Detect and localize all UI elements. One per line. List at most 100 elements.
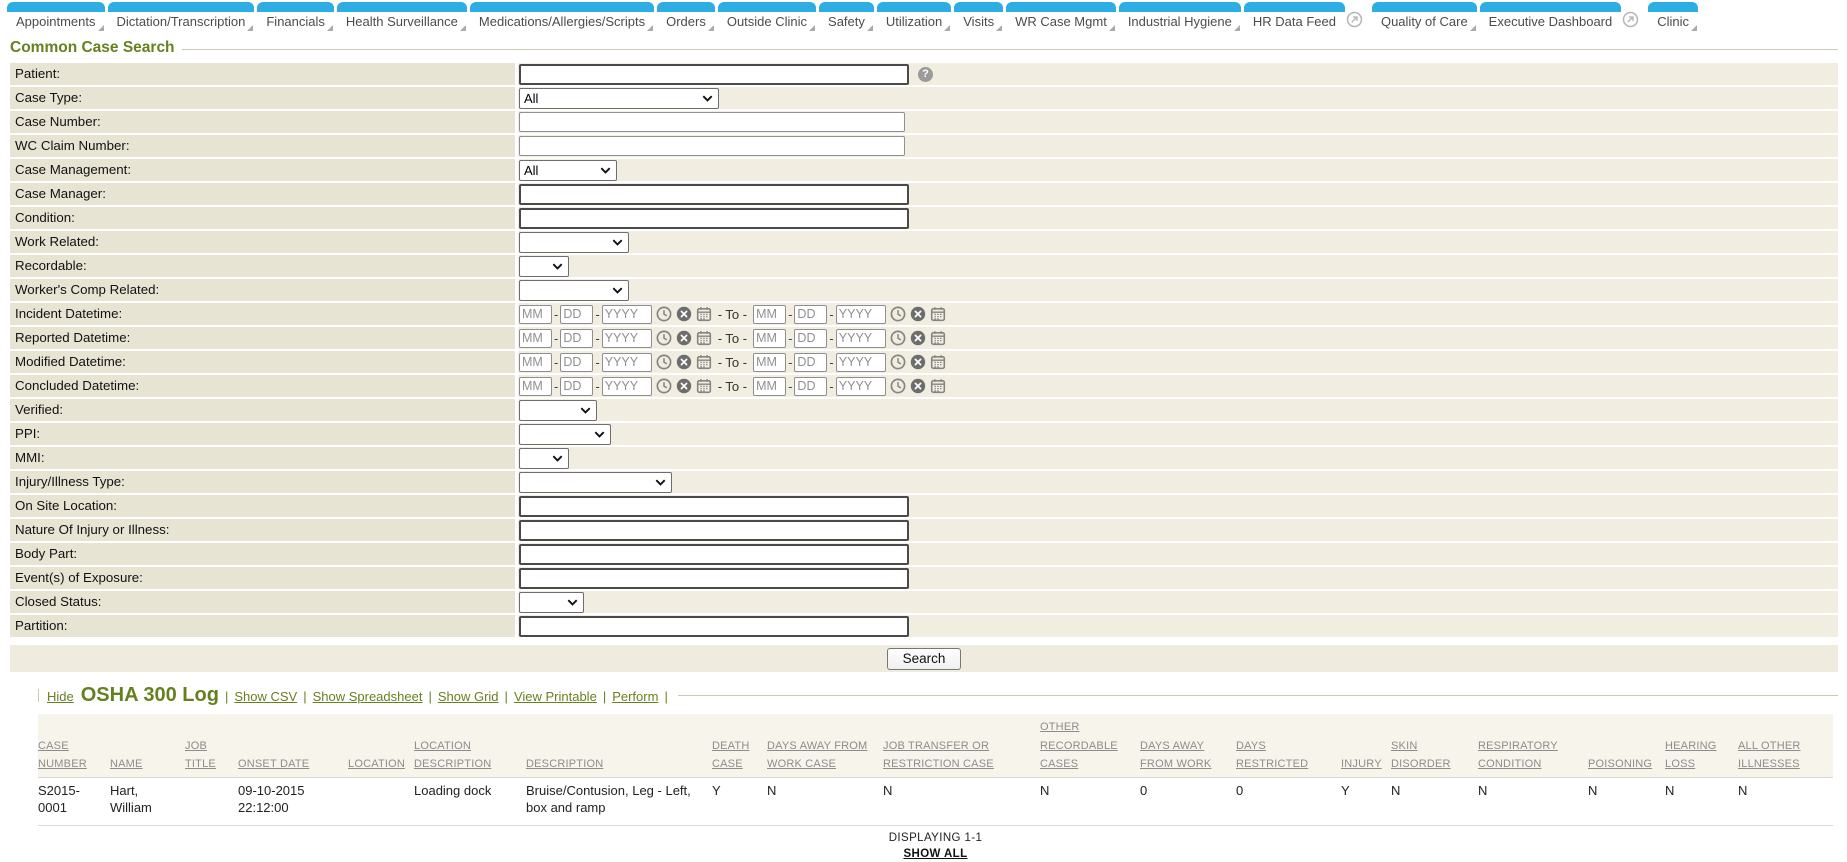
time-picker-icon[interactable] bbox=[656, 354, 672, 370]
modified-datetime-to-year-input[interactable] bbox=[836, 353, 886, 372]
tab-appointments[interactable]: Appointments bbox=[7, 2, 105, 32]
case-type-select[interactable]: All bbox=[519, 88, 719, 109]
concluded-datetime-to-year-input[interactable] bbox=[836, 377, 886, 396]
wc-claim-number-input[interactable] bbox=[519, 136, 905, 156]
show-all-link[interactable]: SHOW ALL bbox=[903, 848, 967, 860]
calendar-icon[interactable] bbox=[696, 330, 712, 346]
time-picker-icon[interactable] bbox=[890, 354, 906, 370]
incident-datetime-to-day-input[interactable] bbox=[794, 305, 827, 324]
table-row[interactable]: S2015-0001Hart, William09-10-2015 22:12:… bbox=[38, 777, 1833, 825]
modified-datetime-to-day-input[interactable] bbox=[794, 353, 827, 372]
incident-datetime-from-month-input[interactable] bbox=[519, 305, 552, 324]
ppi-select[interactable] bbox=[519, 424, 611, 445]
case-management-select[interactable]: All bbox=[519, 160, 617, 181]
sort-link-case-number[interactable]: CASE NUMBER bbox=[38, 740, 87, 771]
sort-link-injury[interactable]: INJURY bbox=[1341, 758, 1382, 770]
concluded-datetime-from-year-input[interactable] bbox=[602, 377, 652, 396]
reported-datetime-to-month-input[interactable] bbox=[753, 329, 786, 348]
calendar-icon[interactable] bbox=[930, 354, 946, 370]
incident-datetime-to-year-input[interactable] bbox=[836, 305, 886, 324]
tab-safety[interactable]: Safety bbox=[819, 2, 874, 32]
time-picker-icon[interactable] bbox=[890, 306, 906, 322]
calendar-icon[interactable] bbox=[696, 306, 712, 322]
time-picker-icon[interactable] bbox=[656, 378, 672, 394]
perform-link[interactable]: Perform bbox=[612, 689, 658, 704]
concluded-datetime-from-month-input[interactable] bbox=[519, 377, 552, 396]
sort-link-other-recordable-cases[interactable]: OTHER RECORDABLE CASES bbox=[1040, 721, 1118, 770]
tab-hr-data-feed[interactable]: HR Data Feed bbox=[1244, 2, 1369, 32]
body-part-input[interactable] bbox=[519, 544, 909, 565]
nature-of-injury-or-illness-input[interactable] bbox=[519, 520, 909, 541]
sort-link-onset-date[interactable]: ONSET DATE bbox=[238, 758, 309, 770]
reported-datetime-to-year-input[interactable] bbox=[836, 329, 886, 348]
patient-input[interactable] bbox=[519, 64, 909, 85]
clear-date-icon[interactable] bbox=[676, 378, 692, 394]
calendar-icon[interactable] bbox=[930, 378, 946, 394]
modified-datetime-to-month-input[interactable] bbox=[753, 353, 786, 372]
calendar-icon[interactable] bbox=[930, 330, 946, 346]
calendar-icon[interactable] bbox=[930, 306, 946, 322]
sort-link-respiratory-condition[interactable]: RESPIRATORY CONDITION bbox=[1478, 740, 1558, 771]
reported-datetime-from-year-input[interactable] bbox=[602, 329, 652, 348]
show-grid-link[interactable]: Show Grid bbox=[438, 689, 499, 704]
show-spreadsheet-link[interactable]: Show Spreadsheet bbox=[313, 689, 423, 704]
tab-quality-of-care[interactable]: Quality of Care bbox=[1372, 2, 1477, 32]
sort-link-death-case[interactable]: DEATH CASE bbox=[712, 740, 749, 771]
sort-link-skin-disorder[interactable]: SKIN DISORDER bbox=[1391, 740, 1451, 771]
hide-link[interactable]: Hide bbox=[47, 689, 74, 704]
sort-link-poisoning[interactable]: POISONING bbox=[1588, 758, 1652, 770]
modified-datetime-from-month-input[interactable] bbox=[519, 353, 552, 372]
concluded-datetime-to-day-input[interactable] bbox=[794, 377, 827, 396]
condition-input[interactable] bbox=[519, 208, 909, 229]
clear-date-icon[interactable] bbox=[910, 330, 926, 346]
tab-dictation-transcription[interactable]: Dictation/Transcription bbox=[108, 2, 255, 32]
sort-link-days-away-from-work[interactable]: DAYS AWAY FROM WORK bbox=[1140, 740, 1211, 771]
sort-link-location-description[interactable]: LOCATION DESCRIPTION bbox=[414, 740, 491, 771]
case-manager-input[interactable] bbox=[519, 184, 909, 205]
search-button[interactable]: Search bbox=[887, 648, 962, 670]
sort-link-job-transfer-or-restriction-case[interactable]: JOB TRANSFER OR RESTRICTION CASE bbox=[883, 740, 994, 771]
tab-orders[interactable]: Orders bbox=[657, 2, 715, 32]
clear-date-icon[interactable] bbox=[676, 306, 692, 322]
concluded-datetime-from-day-input[interactable] bbox=[560, 377, 593, 396]
clear-date-icon[interactable] bbox=[676, 354, 692, 370]
incident-datetime-from-day-input[interactable] bbox=[560, 305, 593, 324]
clear-date-icon[interactable] bbox=[676, 330, 692, 346]
events-of-exposure-input[interactable] bbox=[519, 568, 909, 589]
sort-link-location[interactable]: LOCATION bbox=[348, 758, 405, 770]
closed-status-select[interactable] bbox=[519, 592, 584, 613]
verified-select[interactable] bbox=[519, 400, 597, 421]
mmi-select[interactable] bbox=[519, 448, 569, 469]
partition-input[interactable] bbox=[519, 616, 909, 637]
tab-visits[interactable]: Visits bbox=[954, 2, 1003, 32]
tab-clinic[interactable]: Clinic bbox=[1648, 2, 1698, 32]
recordable-select[interactable] bbox=[519, 256, 569, 277]
sort-link-days-away-from-work-case[interactable]: DAYS AWAY FROM WORK CASE bbox=[767, 740, 867, 771]
tab-wr-case-mgmt[interactable]: WR Case Mgmt bbox=[1006, 2, 1116, 32]
work-related-select[interactable] bbox=[519, 232, 629, 253]
reported-datetime-from-month-input[interactable] bbox=[519, 329, 552, 348]
sort-link-days-restricted[interactable]: DAYS RESTRICTED bbox=[1236, 740, 1308, 771]
time-picker-icon[interactable] bbox=[890, 378, 906, 394]
sort-link-job-title[interactable]: JOB TITLE bbox=[185, 740, 216, 771]
clear-date-icon[interactable] bbox=[910, 354, 926, 370]
time-picker-icon[interactable] bbox=[656, 330, 672, 346]
injury-illness-type-select[interactable] bbox=[519, 472, 672, 493]
reported-datetime-from-day-input[interactable] bbox=[560, 329, 593, 348]
on-site-location-input[interactable] bbox=[519, 496, 909, 517]
sort-link-all-other-illnesses[interactable]: ALL OTHER ILLNESSES bbox=[1738, 740, 1801, 771]
concluded-datetime-to-month-input[interactable] bbox=[753, 377, 786, 396]
incident-datetime-to-month-input[interactable] bbox=[753, 305, 786, 324]
tab-medications-allergies-scripts[interactable]: Medications/Allergies/Scripts bbox=[470, 2, 654, 32]
calendar-icon[interactable] bbox=[696, 378, 712, 394]
sort-link-name[interactable]: NAME bbox=[110, 758, 143, 770]
workers-comp-related-select[interactable] bbox=[519, 280, 629, 301]
show-csv-link[interactable]: Show CSV bbox=[234, 689, 297, 704]
time-picker-icon[interactable] bbox=[656, 306, 672, 322]
tab-executive-dashboard[interactable]: Executive Dashboard bbox=[1480, 2, 1646, 32]
tab-industrial-hygiene[interactable]: Industrial Hygiene bbox=[1119, 2, 1241, 32]
case-number-input[interactable] bbox=[519, 112, 905, 132]
tab-utilization[interactable]: Utilization bbox=[877, 2, 951, 32]
clear-date-icon[interactable] bbox=[910, 306, 926, 322]
clear-date-icon[interactable] bbox=[910, 378, 926, 394]
